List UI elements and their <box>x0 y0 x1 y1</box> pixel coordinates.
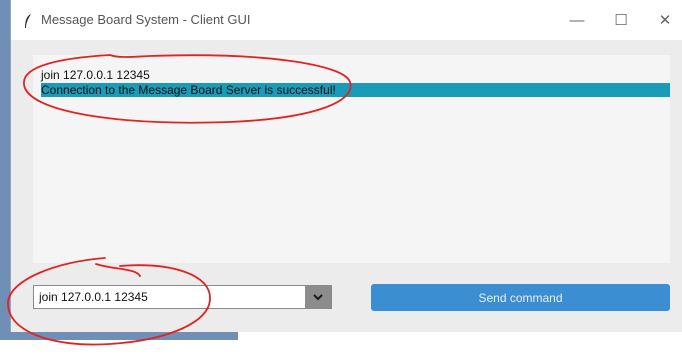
send-command-button[interactable]: Send command <box>371 284 670 311</box>
console-line-highlighted: Connection to the Message Board Server i… <box>41 83 670 97</box>
message-console[interactable]: join 127.0.0.1 12345 Connection to the M… <box>33 55 670 263</box>
minimize-icon: — <box>569 11 585 29</box>
close-button[interactable]: ✕ <box>643 0 682 40</box>
desktop-background-bottom <box>0 332 238 340</box>
command-dropdown-button[interactable] <box>305 286 331 308</box>
chevron-down-icon <box>313 293 323 300</box>
app-window: Message Board System - Client GUI — ☐ ✕ … <box>10 0 682 332</box>
feather-icon <box>25 14 31 28</box>
title-bar: Message Board System - Client GUI — ☐ ✕ <box>11 0 682 40</box>
maximize-button[interactable]: ☐ <box>599 0 643 40</box>
console-line: join 127.0.0.1 12345 <box>41 68 150 82</box>
window-title: Message Board System - Client GUI <box>41 12 251 27</box>
maximize-icon: ☐ <box>614 12 628 29</box>
command-combobox[interactable] <box>33 285 332 309</box>
close-icon: ✕ <box>658 12 672 29</box>
desktop-background <box>0 0 10 340</box>
command-input[interactable] <box>34 286 305 308</box>
minimize-button[interactable]: — <box>555 0 599 40</box>
